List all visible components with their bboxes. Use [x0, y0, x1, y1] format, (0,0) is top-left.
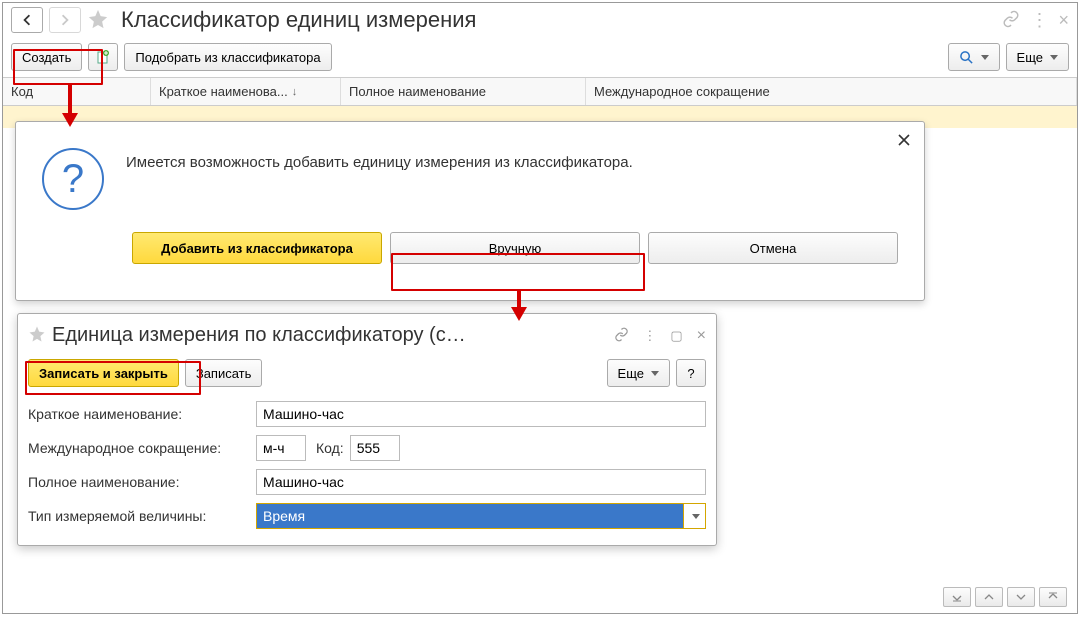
- main-toolbar: Создать Подобрать из классификатора Еще: [3, 37, 1077, 77]
- nav-down-button[interactable]: [1007, 587, 1035, 607]
- short-name-input[interactable]: [256, 401, 706, 427]
- label-code: Код:: [316, 440, 344, 456]
- question-icon: ?: [42, 148, 104, 210]
- link-icon[interactable]: [1002, 10, 1020, 31]
- help-button[interactable]: ?: [676, 359, 706, 387]
- sort-asc-icon: ↓: [292, 86, 298, 98]
- more-button[interactable]: Еще: [1006, 43, 1069, 71]
- close-icon[interactable]: ×: [1058, 10, 1069, 31]
- col-full[interactable]: Полное наименование: [341, 78, 586, 105]
- col-short[interactable]: Краткое наименова...↓: [151, 78, 341, 105]
- nav-first-button[interactable]: [943, 587, 971, 607]
- maximize-icon[interactable]: ▢: [670, 328, 682, 344]
- code-input[interactable]: [350, 435, 400, 461]
- label-intl-abbr: Международное сокращение:: [28, 440, 256, 456]
- nav-back-button[interactable]: [11, 7, 43, 33]
- close-icon[interactable]: ×: [697, 327, 706, 345]
- titlebar: Классификатор единиц измерения ⋮ ×: [3, 3, 1077, 37]
- nav-up-button[interactable]: [975, 587, 1003, 607]
- favorite-star-icon[interactable]: [87, 8, 109, 33]
- save-close-button[interactable]: Записать и закрыть: [28, 359, 179, 387]
- dialog-message: Имеется возможность добавить единицу изм…: [126, 148, 633, 173]
- search-button[interactable]: [948, 43, 1000, 71]
- kebab-menu-icon[interactable]: ⋮: [643, 328, 656, 344]
- dialog-title: Единица измерения по классификатору (с…: [52, 324, 608, 347]
- create-button[interactable]: Создать: [11, 43, 82, 71]
- more-button[interactable]: Еще: [607, 359, 670, 387]
- grid-header: Код Краткое наименова...↓ Полное наимено…: [3, 77, 1077, 106]
- page-title: Классификатор единиц измерения: [121, 7, 476, 33]
- add-method-dialog: ? Имеется возможность добавить единицу и…: [15, 121, 925, 301]
- cancel-button[interactable]: Отмена: [648, 232, 898, 264]
- unit-edit-dialog: Единица измерения по классификатору (с… …: [17, 313, 717, 546]
- kebab-menu-icon[interactable]: ⋮: [1030, 11, 1048, 29]
- add-manual-button[interactable]: Вручную: [390, 232, 640, 264]
- link-icon[interactable]: [614, 327, 629, 345]
- pick-from-classifier-button[interactable]: Подобрать из классификатора: [124, 43, 331, 71]
- col-code[interactable]: Код: [3, 78, 151, 105]
- intl-abbr-input[interactable]: [256, 435, 306, 461]
- save-button[interactable]: Записать: [185, 359, 263, 387]
- combo-dropdown-button[interactable]: [683, 504, 705, 528]
- grid-nav-buttons: [943, 587, 1067, 607]
- favorite-star-icon[interactable]: [28, 325, 46, 346]
- col-intl[interactable]: Международное сокращение: [586, 78, 1077, 105]
- measure-type-combo[interactable]: [257, 504, 683, 528]
- add-from-classifier-button[interactable]: Добавить из классификатора: [132, 232, 382, 264]
- label-type: Тип измеряемой величины:: [28, 508, 256, 524]
- create-copy-button[interactable]: [88, 43, 118, 71]
- dialog-close-icon[interactable]: [896, 132, 912, 151]
- nav-last-button[interactable]: [1039, 587, 1067, 607]
- label-short-name: Краткое наименование:: [28, 406, 256, 422]
- label-full-name: Полное наименование:: [28, 474, 256, 490]
- full-name-input[interactable]: [256, 469, 706, 495]
- nav-forward-button[interactable]: [49, 7, 81, 33]
